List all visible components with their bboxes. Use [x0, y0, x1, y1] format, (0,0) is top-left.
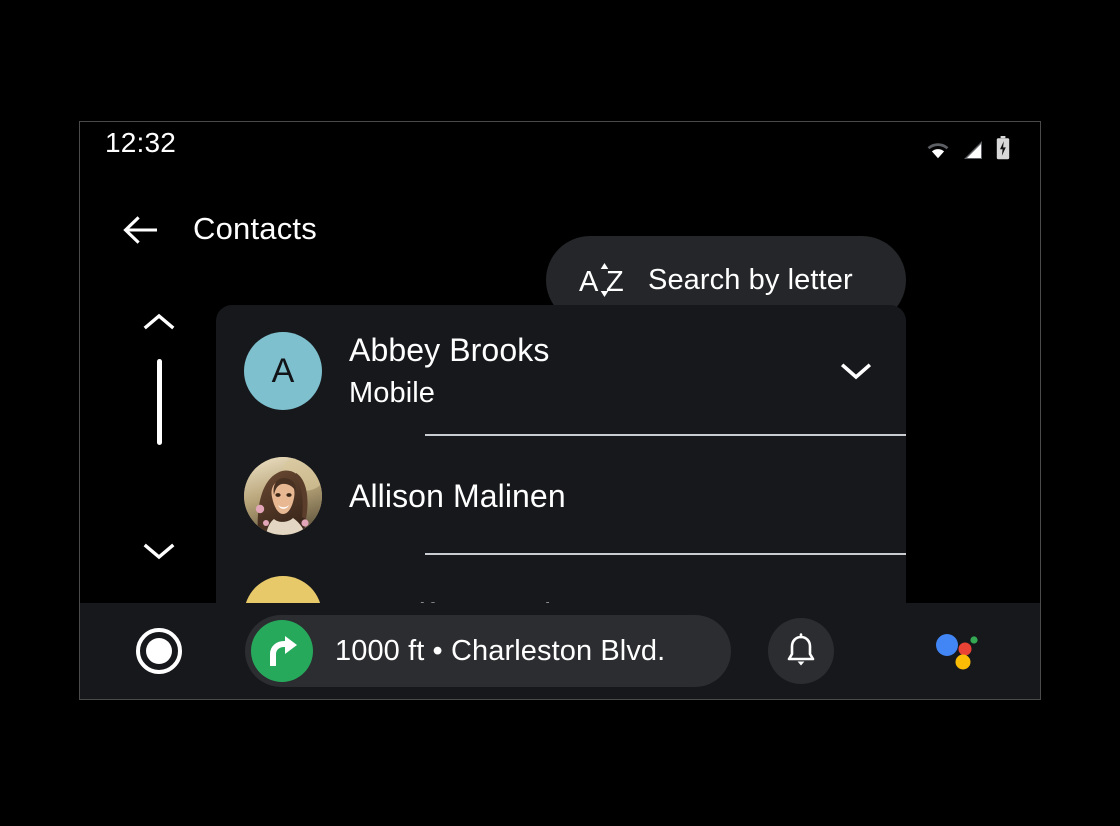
avatar-initial: A — [271, 351, 295, 390]
scrollbar-thumb[interactable] — [157, 359, 162, 445]
svg-text:Z: Z — [606, 266, 624, 298]
back-arrow-icon — [123, 215, 159, 245]
page-title: Contacts — [193, 211, 317, 246]
status-bar: 12:32 — [80, 122, 1040, 172]
contact-text-block: Allison Malinen — [349, 476, 834, 516]
status-clock: 12:32 — [105, 127, 177, 158]
contact-name: Allison Malinen — [349, 477, 566, 514]
google-assistant-button[interactable] — [930, 624, 984, 678]
bottom-nav-bar: 1000 ft • Charleston Blvd. — [80, 603, 1040, 699]
chevron-down-icon — [142, 540, 176, 562]
turn-right-icon — [263, 632, 301, 670]
contact-row-allison-malinen[interactable]: Allison Malinen — [216, 436, 906, 555]
search-chip-label: Search by letter — [648, 263, 853, 296]
expand-contact-button[interactable] — [834, 349, 878, 393]
google-assistant-icon — [932, 631, 982, 671]
car-display-frame: 12:32 Contacts A Z Search by letter A Ab… — [79, 121, 1041, 700]
chevron-down-icon — [840, 361, 872, 381]
navigation-status-chip[interactable]: 1000 ft • Charleston Blvd. — [245, 615, 731, 687]
screenshot-root: 12:32 Contacts A Z Search by letter A Ab… — [0, 0, 1120, 826]
turn-right-badge — [251, 620, 313, 682]
contact-name: Abbey Brooks — [349, 331, 550, 368]
scroll-down-button[interactable] — [116, 527, 202, 575]
contact-text-block: Abbey Brooks Mobile — [349, 330, 834, 412]
home-button[interactable] — [132, 624, 186, 678]
status-icon-group — [926, 134, 1010, 160]
navigation-status-label: 1000 ft • Charleston Blvd. — [335, 634, 666, 667]
home-circle-icon — [132, 624, 186, 678]
battery-charging-icon — [996, 136, 1010, 160]
notifications-button[interactable] — [768, 618, 834, 684]
back-button[interactable] — [118, 207, 164, 253]
contact-photo — [244, 456, 322, 535]
avatar: A — [244, 331, 322, 410]
contact-row-abbey-brooks[interactable]: A Abbey Brooks Mobile — [216, 305, 906, 436]
chevron-up-icon — [142, 311, 176, 333]
svg-text:A: A — [579, 266, 599, 298]
cell-signal-icon — [962, 140, 984, 160]
list-scrollbar[interactable] — [116, 298, 202, 628]
avatar — [244, 456, 322, 535]
wifi-icon — [926, 140, 950, 160]
scroll-up-button[interactable] — [116, 298, 202, 346]
contact-subtitle: Mobile — [349, 376, 436, 409]
alphabetical-sort-icon: A Z — [578, 258, 632, 302]
notification-bell-icon — [784, 633, 818, 669]
